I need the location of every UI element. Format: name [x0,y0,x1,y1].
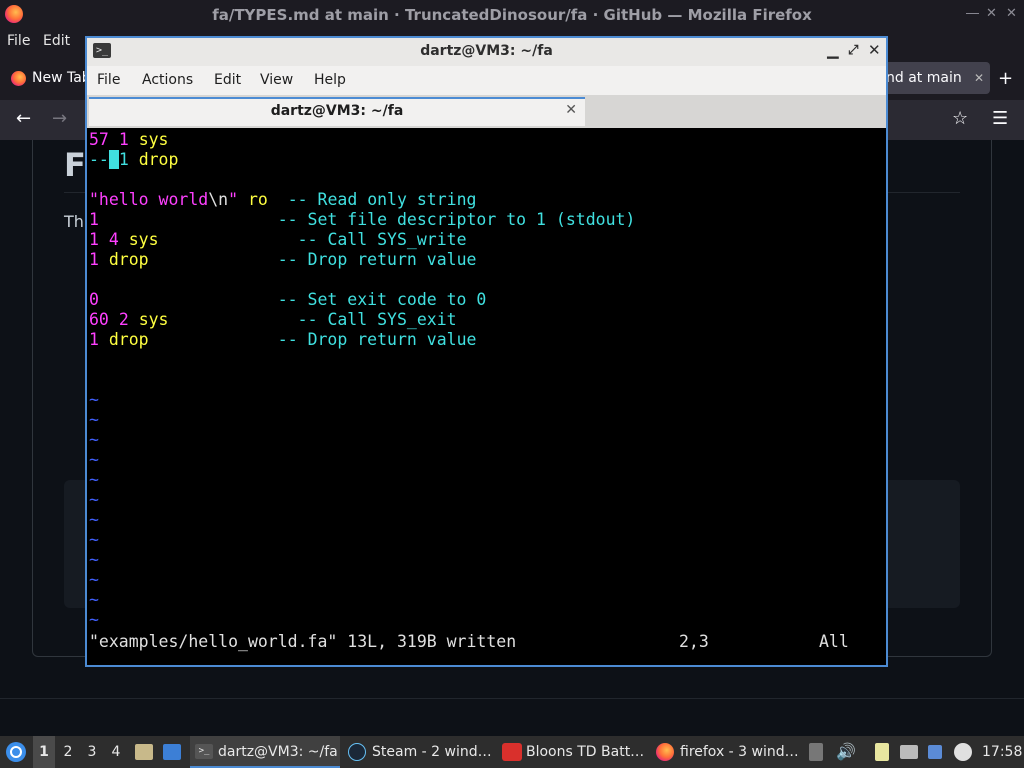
terminal-tabbar: dartz@VM3: ~/fa ✕ [87,95,886,128]
readme-paragraph: Th [64,212,84,231]
taskbar-window-label: Steam - 2 wind… [372,744,492,760]
terminal-window-title: dartz@VM3: ~/fa [420,43,553,59]
network-icon[interactable] [900,745,918,759]
empty-line-tilde: ~ [89,450,99,469]
back-arrow-icon[interactable]: ← [16,108,31,129]
workspace-3[interactable]: 3 [81,736,103,768]
empty-line-tilde: ~ [89,530,99,549]
tab-label: New Tab [32,70,86,86]
tab-close-icon[interactable]: ✕ [974,62,984,94]
tab-label: nd at main [886,70,962,86]
empty-line-tilde: ~ [89,430,99,449]
empty-line-tilde: ~ [89,570,99,589]
steam-tray-icon[interactable] [954,743,972,761]
empty-line-tilde: ~ [89,590,99,609]
vim-status-message: "examples/hello_world.fa" 13L, 319B writ… [89,632,517,651]
firefox-menu-edit[interactable]: Edit [43,33,70,49]
maximize-icon[interactable]: ⤢ [848,43,858,58]
terminal-tab-label: dartz@VM3: ~/fa [270,103,404,119]
vim-editor[interactable]: 57 1 sys -- 1 drop "hello world\n" ro --… [89,130,884,665]
workspace-2[interactable]: 2 [57,736,79,768]
new-tab-plus-icon[interactable]: + [998,68,1013,89]
firefox-icon [656,743,674,761]
bloons-game-icon [502,743,522,761]
text-cursor [108,150,119,169]
taskbar-window-bloons[interactable]: Bloons TD Batt… [498,736,648,768]
vim-scroll-indicator: All [819,632,849,651]
empty-line-tilde: ~ [89,490,99,509]
workspace-1[interactable]: 1 [33,736,55,768]
taskbar-window-label: dartz@VM3: ~/fa [218,744,338,760]
taskbar: 1 2 3 4 >_ dartz@VM3: ~/fa Steam - 2 win… [0,736,1024,768]
terminal-menubar: File Actions Edit View Help [87,66,886,95]
tab-active[interactable]: nd at main ✕ [880,62,990,94]
taskbar-window-steam[interactable]: Steam - 2 wind… [344,736,494,768]
terminal-menu-help[interactable]: Help [314,72,346,88]
page-divider [0,698,1024,699]
terminal-icon: >_ [195,744,213,759]
empty-line-tilde: ~ [89,550,99,569]
code-line: 1 drop -- Drop return value [89,250,477,269]
empty-line-tilde: ~ [89,410,99,429]
firefox-tab-icon [11,71,26,86]
maximize-icon[interactable]: ✕ [986,6,997,21]
terminal-menu-edit[interactable]: Edit [214,72,241,88]
firefox-window-title: fa/TYPES.md at main · TruncatedDinosour/… [212,6,812,24]
terminal-menu-file[interactable]: File [97,72,120,88]
empty-line-tilde: ~ [89,610,99,629]
empty-line-tilde: ~ [89,390,99,409]
code-line: 1 -- Set file descriptor to 1 (stdout) [89,210,636,229]
code-line: "hello world\n" ro -- Read only string [89,190,477,209]
steam-icon [348,743,366,761]
firefox-menu-file[interactable]: File [7,33,30,49]
code-line: 1 drop -- Drop return value [89,330,477,349]
terminal-menu-actions[interactable]: Actions [142,72,193,88]
clipboard-icon[interactable] [809,743,823,761]
minimize-icon[interactable]: ― [966,6,979,21]
taskbar-window-label: Bloons TD Batt… [526,744,645,760]
close-icon[interactable]: ✕ [1006,6,1017,21]
taskbar-window-terminal[interactable]: >_ dartz@VM3: ~/fa [190,736,340,768]
terminal-window[interactable]: >_ dartz@VM3: ~/fa ▁ ⤢ ✕ File Actions Ed… [85,36,888,667]
file-manager-icon[interactable] [135,744,153,760]
code-line: 1 4 sys -- Call SYS_write [89,230,467,249]
terminal-menu-view[interactable]: View [260,72,293,88]
terminal-titlebar[interactable]: >_ dartz@VM3: ~/fa ▁ ⤢ ✕ [87,38,886,66]
firefox-titlebar: fa/TYPES.md at main · TruncatedDinosour/… [0,0,1024,30]
terminal-tab[interactable]: dartz@VM3: ~/fa ✕ [89,97,585,126]
hamburger-menu-icon[interactable]: ☰ [992,108,1008,129]
code-line: 60 2 sys -- Call SYS_exit [89,310,457,329]
forward-arrow-icon[interactable]: → [52,108,67,129]
code-line: -- 1 drop [89,150,179,169]
bookmark-star-icon[interactable]: ☆ [952,108,968,129]
empty-line-tilde: ~ [89,470,99,489]
show-desktop-icon[interactable] [163,744,181,760]
minimize-icon[interactable]: ▁ [827,41,839,59]
code-line: 0 -- Set exit code to 0 [89,290,487,309]
workspace-4[interactable]: 4 [105,736,127,768]
code-line: 57 1 sys [89,130,169,149]
start-menu-icon[interactable] [4,736,28,768]
volume-icon[interactable]: 🔊 [836,742,856,761]
update-notifier-icon[interactable] [928,745,942,759]
vim-cursor-position: 2,3 [679,632,709,651]
clock[interactable]: 17:58 [982,736,1022,768]
readme-heading: F [64,146,86,184]
tab-close-icon[interactable]: ✕ [565,102,577,118]
tab-new-tab[interactable]: New Tab [2,62,86,94]
notes-icon[interactable] [875,743,889,761]
taskbar-window-label: firefox - 3 wind… [680,744,799,760]
taskbar-window-firefox[interactable]: firefox - 3 wind… [652,736,804,768]
empty-line-tilde: ~ [89,510,99,529]
close-icon[interactable]: ✕ [868,41,881,59]
